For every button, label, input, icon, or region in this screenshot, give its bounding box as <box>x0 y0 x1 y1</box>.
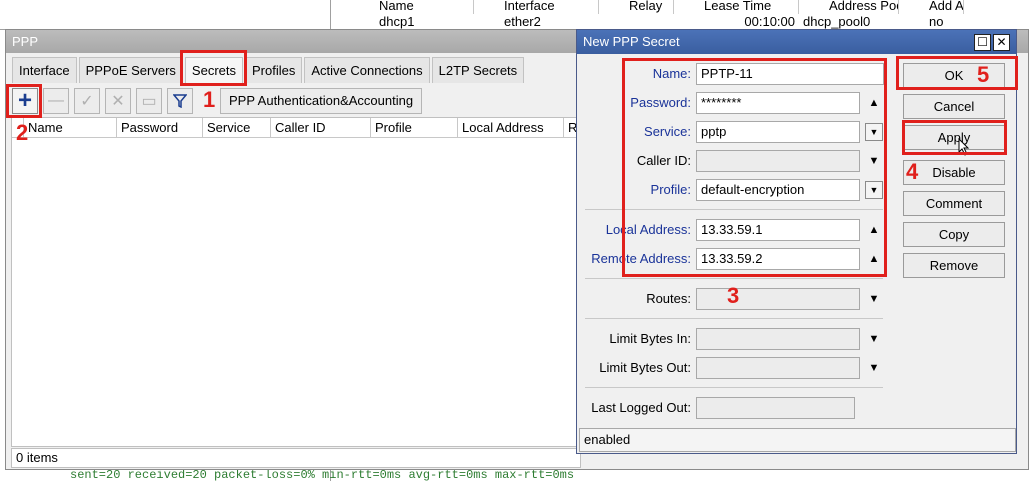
dhcp-col-interface[interactable]: Interface <box>474 0 599 14</box>
dialog-title: New PPP Secret <box>583 34 680 49</box>
filter-button[interactable] <box>167 88 193 114</box>
last-logged-out-label: Last Logged Out: <box>591 400 691 415</box>
remove-button[interactable]: Remove <box>903 253 1005 278</box>
ppp-toolbar: + — ✓ ✕ ▭ PPP Authentication&Accounting <box>12 86 423 116</box>
dialog-status: enabled <box>579 428 1016 452</box>
ppp-auth-accounting-button[interactable]: PPP Authentication&Accounting <box>220 88 423 114</box>
dhcp-cell: ether2 <box>504 15 541 29</box>
secrets-table: Name Password Service Caller ID Profile … <box>11 117 611 447</box>
annotation-3: 3 <box>727 283 740 308</box>
dhcp-col-relay[interactable]: Relay <box>599 0 674 14</box>
cross-icon: ✕ <box>111 93 125 110</box>
highlight-secrets-tab <box>180 50 247 86</box>
dhcp-col-name[interactable]: Name <box>349 0 474 14</box>
highlight-add-button <box>6 84 42 118</box>
col-password[interactable]: Password <box>117 118 203 137</box>
annotation-5: 5 <box>977 62 990 87</box>
annotation-4: 4 <box>906 159 919 184</box>
dhcp-cell: dhcp_pool0 <box>803 15 871 29</box>
dhcp-cell: dhcp1 <box>379 15 415 29</box>
disable-button[interactable]: Disable <box>903 160 1005 185</box>
remove-button[interactable]: — <box>43 88 69 114</box>
copy-button[interactable]: Copy <box>903 222 1005 247</box>
limit-bytes-in-row: Limit Bytes In: ▼ <box>577 328 1017 350</box>
dhcp-col-lease-time[interactable]: Lease Time <box>674 0 799 14</box>
limit-bytes-in-label: Limit Bytes In: <box>609 331 691 346</box>
tab-pppoe-servers[interactable]: PPPoE Servers <box>78 57 183 83</box>
ppp-tabs: Interface PPPoE Servers Secrets Profiles… <box>12 57 526 83</box>
last-logged-out-field <box>696 397 855 419</box>
dialog-title-bar[interactable]: New PPP Secret ☐ ✕ <box>577 30 1016 54</box>
comment-button[interactable]: Comment <box>903 191 1005 216</box>
dhcp-row[interactable]: dhcp1 ether2 00:10:00 dhcp_pool0 no <box>349 15 1029 29</box>
routes-label: Routes: <box>646 291 691 306</box>
enable-button[interactable]: ✓ <box>74 88 100 114</box>
limit-bytes-out-row: Limit Bytes Out: ▼ <box>577 357 1017 379</box>
routes-row: Routes: ▼ <box>577 288 1017 310</box>
col-name[interactable]: Name <box>24 118 117 137</box>
tab-l2tp-secrets[interactable]: L2TP Secrets <box>431 57 525 83</box>
dhcp-cell: 00:10:00 <box>744 15 795 29</box>
filter-icon <box>173 94 187 108</box>
annotation-2: 2 <box>16 120 29 145</box>
limit-bytes-in-field[interactable] <box>696 328 860 350</box>
comment-button[interactable]: ▭ <box>136 88 162 114</box>
secrets-table-header: Name Password Service Caller ID Profile … <box>12 118 610 138</box>
maximize-icon: ☐ <box>977 35 988 49</box>
routes-field[interactable] <box>696 288 860 310</box>
limit-bytes-out-field[interactable] <box>696 357 860 379</box>
highlight-secret-fields <box>622 58 887 277</box>
last-logged-out-row: Last Logged Out: <box>577 397 1017 419</box>
tab-interface[interactable]: Interface <box>12 57 77 83</box>
comment-icon: ▭ <box>141 93 157 110</box>
items-count: 0 items <box>11 448 581 468</box>
dhcp-col-address-pool[interactable]: Address Pool <box>799 0 899 14</box>
maximize-button[interactable]: ☐ <box>974 34 991 51</box>
minus-icon: — <box>48 92 64 109</box>
tab-active-connections[interactable]: Active Connections <box>304 57 430 83</box>
dhcp-col-add-arp[interactable]: Add AR... <box>899 0 964 14</box>
col-profile[interactable]: Profile <box>371 118 458 137</box>
col-caller-id[interactable]: Caller ID <box>271 118 371 137</box>
divider <box>585 387 883 388</box>
highlight-ok-button <box>896 56 1018 90</box>
disable-button[interactable]: ✕ <box>105 88 131 114</box>
expand-down-icon[interactable]: ▼ <box>865 328 883 350</box>
close-button[interactable]: ✕ <box>993 34 1010 51</box>
expand-down-icon[interactable]: ▼ <box>865 288 883 310</box>
background-window-strip <box>0 0 330 30</box>
dhcp-cell: no <box>929 15 944 29</box>
close-icon: ✕ <box>996 35 1007 49</box>
limit-bytes-out-label: Limit Bytes Out: <box>599 360 691 375</box>
col-service[interactable]: Service <box>203 118 271 137</box>
tab-profiles[interactable]: Profiles <box>245 57 303 83</box>
cancel-button[interactable]: Cancel <box>903 94 1005 119</box>
dhcp-cell <box>599 15 674 29</box>
divider <box>585 318 883 319</box>
dhcp-table-header: Name Interface Relay Lease Time Address … <box>349 0 1029 14</box>
highlight-apply-button <box>902 120 1007 155</box>
col-local-address[interactable]: Local Address <box>458 118 564 137</box>
annotation-1: 1 <box>203 87 216 112</box>
expand-down-icon[interactable]: ▼ <box>865 357 883 379</box>
ping-output: sent=20 received=20 packet-loss=0% min-r… <box>70 470 575 481</box>
check-icon: ✓ <box>80 93 94 110</box>
divider <box>585 278 883 279</box>
